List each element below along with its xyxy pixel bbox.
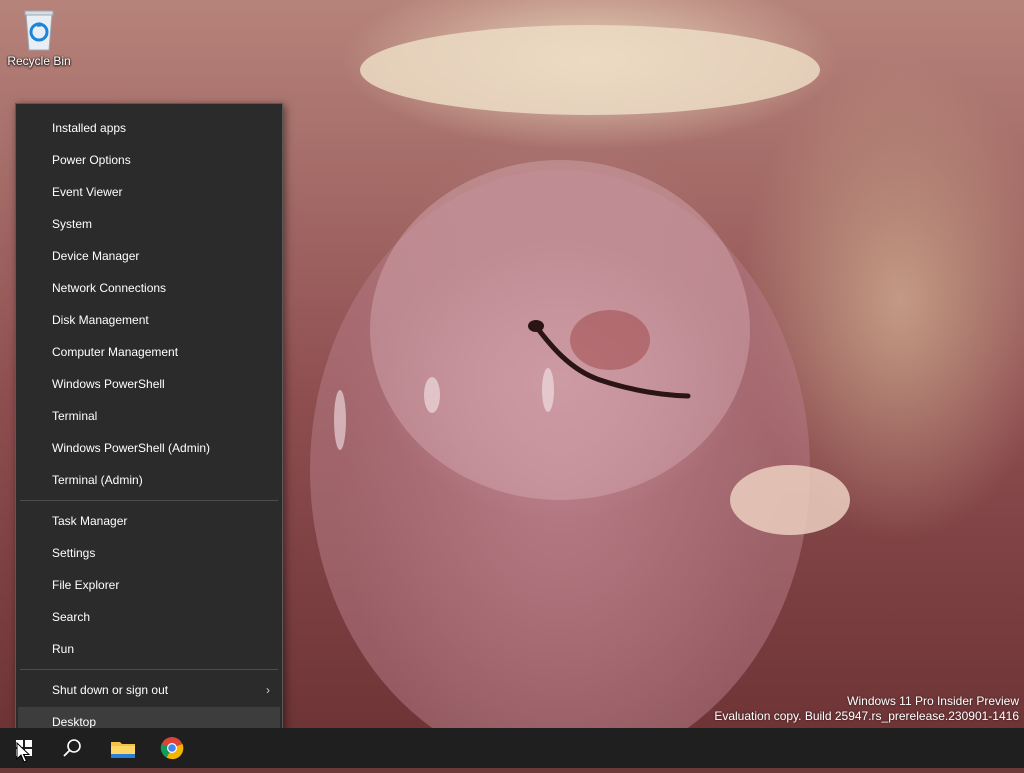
mouse-pointer-icon [16,742,31,763]
taskbar-chrome-button[interactable] [152,728,192,768]
windows-evaluation-watermark: Windows 11 Pro Insider Preview Evaluatio… [714,694,1019,724]
recycle-bin-icon [22,8,56,52]
menu-item-windows-powershell[interactable]: Windows PowerShell [18,369,280,399]
menu-item-event-viewer[interactable]: Event Viewer [18,177,280,207]
menu-item-shut-down-or-sign-out[interactable]: Shut down or sign out › [18,675,280,705]
chevron-right-icon: › [266,683,270,697]
menu-item-installed-apps[interactable]: Installed apps [18,113,280,143]
menu-item-terminal-admin[interactable]: Terminal (Admin) [18,465,280,495]
menu-item-power-options[interactable]: Power Options [18,145,280,175]
menu-separator [20,669,278,670]
desktop-icon-recycle-bin[interactable]: Recycle Bin [6,8,72,68]
taskbar-search-button[interactable] [52,728,92,768]
menu-item-network-connections[interactable]: Network Connections [18,273,280,303]
menu-item-computer-management[interactable]: Computer Management [18,337,280,367]
menu-item-windows-powershell-admin[interactable]: Windows PowerShell (Admin) [18,433,280,463]
menu-item-device-manager[interactable]: Device Manager [18,241,280,271]
chrome-icon [160,737,184,760]
watermark-edition: Windows 11 Pro Insider Preview [847,694,1019,708]
menu-item-settings[interactable]: Settings [18,538,280,568]
menu-item-label: Shut down or sign out [52,683,169,697]
taskbar-file-explorer-button[interactable] [103,728,143,768]
menu-separator [20,500,278,501]
watermark-build: Evaluation copy. Build 25947.rs_prerelea… [714,709,1019,723]
menu-item-file-explorer[interactable]: File Explorer [18,570,280,600]
menu-item-run[interactable]: Run [18,634,280,664]
menu-item-system[interactable]: System [18,209,280,239]
taskbar [0,728,1024,768]
menu-item-disk-management[interactable]: Disk Management [18,305,280,335]
menu-item-task-manager[interactable]: Task Manager [18,506,280,536]
menu-item-terminal[interactable]: Terminal [18,401,280,431]
file-explorer-icon [111,742,135,758]
menu-item-search[interactable]: Search [18,602,280,632]
search-icon [63,739,81,757]
winx-context-menu: Installed apps Power Options Event Viewe… [15,103,283,744]
desktop-icon-label: Recycle Bin [7,54,71,68]
